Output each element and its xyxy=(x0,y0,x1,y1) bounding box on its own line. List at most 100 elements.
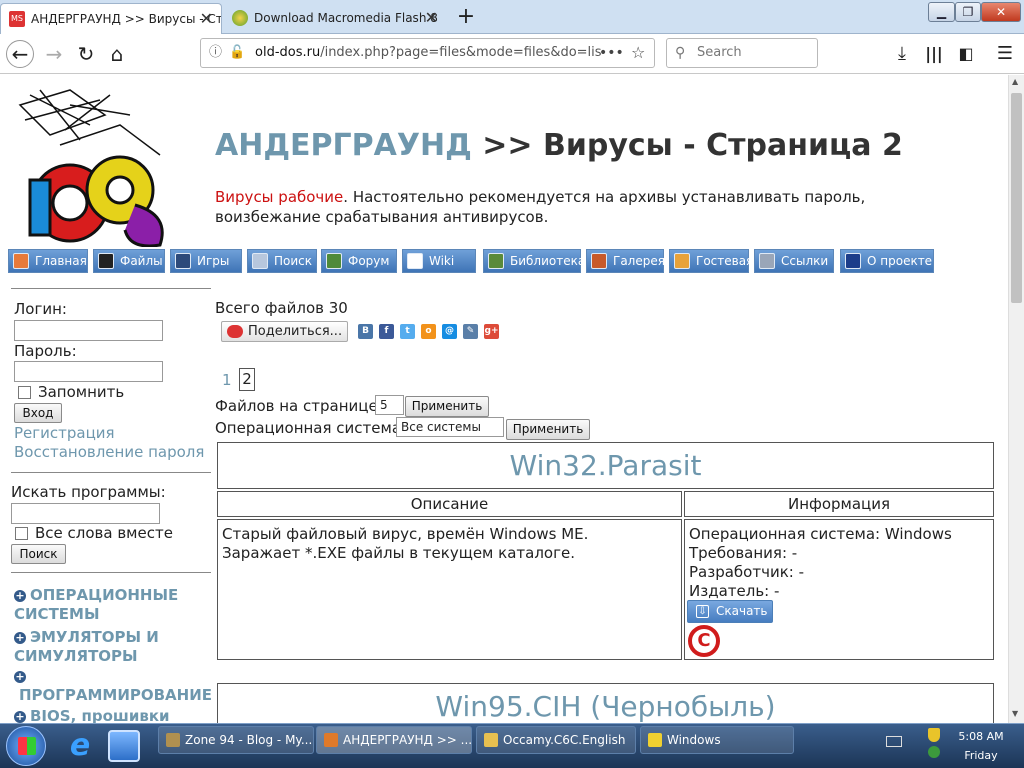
more-icon[interactable]: ••• xyxy=(599,39,624,67)
register-link[interactable]: Регистрация xyxy=(14,424,115,442)
menu-user[interactable]: Форум xyxy=(321,249,397,273)
menu-info[interactable]: О проекте xyxy=(840,249,934,273)
maximize-button[interactable]: ❐ xyxy=(955,2,981,22)
menu-wiki[interactable]: Wiki xyxy=(402,249,476,273)
password-input[interactable] xyxy=(14,361,163,382)
category-bios[interactable]: + BIOS, прошивки xyxy=(14,707,209,723)
new-tab-button[interactable]: + xyxy=(452,3,480,31)
os-select[interactable]: Все системы xyxy=(396,417,504,437)
url-bar[interactable]: ⓘ 🔓 old-dos.ru/index.php?page=files&mode… xyxy=(200,38,655,68)
menu-link[interactable]: Ссылки xyxy=(754,249,834,273)
guestbook-icon xyxy=(674,253,690,269)
downloads-button[interactable]: ⤓ xyxy=(888,40,916,68)
start-button[interactable] xyxy=(6,726,46,766)
livejournal-icon[interactable]: ✎ xyxy=(463,324,478,339)
divider xyxy=(11,288,211,289)
taskbar-item[interactable]: Zone 94 - Blog - My... xyxy=(158,726,314,754)
login-input[interactable] xyxy=(14,320,163,341)
close-window-button[interactable]: ✕ xyxy=(981,2,1021,22)
menu-guestbook[interactable]: Гостевая xyxy=(669,249,753,273)
search-button[interactable]: Поиск xyxy=(11,544,66,564)
category-programming[interactable]: + ПРОГРАММИРОВАНИЕ xyxy=(14,667,212,705)
home-button[interactable]: ⌂ xyxy=(103,40,131,68)
menu-book[interactable]: Библиотека xyxy=(483,249,585,273)
mailru-icon[interactable]: @ xyxy=(442,324,457,339)
download-arrow-icon: ⇩ xyxy=(696,605,709,618)
expand-plus-icon[interactable]: + xyxy=(14,632,26,644)
googleplus-icon[interactable]: g+ xyxy=(484,324,499,339)
explorer-icon[interactable] xyxy=(108,730,140,762)
download-icon: ⤓ xyxy=(898,43,906,64)
sidebar-button[interactable]: ◧ xyxy=(952,40,980,68)
apply-per-page-button[interactable]: Применить xyxy=(405,396,489,417)
restore-password-link[interactable]: Восстановление пароля xyxy=(14,443,204,461)
scrollbar-thumb[interactable] xyxy=(1011,93,1022,303)
copyright-icon[interactable]: C xyxy=(688,625,720,657)
library-icon: ||| xyxy=(925,44,943,63)
page-link-1[interactable]: 1 xyxy=(222,371,232,389)
odnoklassniki-icon[interactable]: o xyxy=(421,324,436,339)
library-button[interactable]: ||| xyxy=(920,40,948,68)
menu-invader[interactable]: Игры xyxy=(170,249,242,273)
all-words-label: Все слова вместе xyxy=(35,524,173,542)
keyboard-icon[interactable] xyxy=(886,736,902,747)
network-icon[interactable] xyxy=(928,746,940,758)
info-icon[interactable]: ⓘ xyxy=(209,39,222,67)
taskbar-item[interactable]: АНДЕРГРАУНД >> ... xyxy=(316,726,472,754)
close-tab-icon[interactable]: ✕ xyxy=(425,3,438,33)
file-title-link[interactable]: Win95.CIH (Чернобыль) xyxy=(218,690,993,723)
scroll-up-icon[interactable]: ▲ xyxy=(1012,77,1018,86)
menu-home[interactable]: Главная xyxy=(8,249,88,273)
menu-picture[interactable]: Галерея xyxy=(586,249,665,273)
reload-button[interactable]: ↻ xyxy=(72,40,100,68)
category-operating-systems[interactable]: + ОПЕРАЦИОННЫЕ СИСТЕМЫ xyxy=(14,586,209,624)
back-button[interactable]: ← xyxy=(6,40,34,68)
info-cell: Операционная система: Windows Требования… xyxy=(684,519,994,660)
clock-time[interactable]: 5:08 AM xyxy=(951,730,1011,743)
download-button[interactable]: ⇩ Скачать xyxy=(687,600,773,623)
per-page-input[interactable]: 5 xyxy=(375,395,404,415)
expand-plus-icon[interactable]: + xyxy=(14,590,26,602)
menu-magnifier[interactable]: Поиск xyxy=(247,249,317,273)
taskbar-item[interactable]: Occamy.C6C.English xyxy=(476,726,636,754)
insecure-lock-icon[interactable]: 🔓 xyxy=(229,39,245,67)
page-title: АНДЕРГРАУНД >> Вирусы - Страница 2 xyxy=(215,128,903,163)
expand-plus-icon[interactable]: + xyxy=(14,711,26,723)
menu-button[interactable]: ☰ xyxy=(991,40,1019,68)
menu-terminal[interactable]: Файлы xyxy=(93,249,165,273)
apply-os-button[interactable]: Применить xyxy=(506,419,590,440)
internet-explorer-icon[interactable]: e xyxy=(62,728,98,764)
download-label: Скачать xyxy=(716,604,768,618)
search-icon: ⚲ xyxy=(675,45,686,61)
security-shield-icon[interactable] xyxy=(928,728,940,742)
search-box[interactable]: ⚲ Search xyxy=(666,38,818,68)
vk-icon[interactable]: B xyxy=(358,324,373,339)
login-label: Логин: xyxy=(14,300,67,318)
bookmark-star-icon[interactable]: ☆ xyxy=(631,39,645,67)
search-programs-input[interactable] xyxy=(11,503,160,524)
category-emulators[interactable]: + ЭМУЛЯТОРЫ И СИМУЛЯТОРЫ xyxy=(14,628,209,666)
minimize-button[interactable]: ▁ xyxy=(928,2,955,22)
windows-taskbar: e Zone 94 - Blog - My... АНДЕРГРАУНД >> .… xyxy=(0,723,1024,768)
close-tab-icon[interactable]: ✕ xyxy=(200,4,213,34)
title-section-link[interactable]: АНДЕРГРАУНД xyxy=(215,128,472,163)
taskbar-item-label: Occamy.C6C.English xyxy=(503,733,626,747)
clock-day[interactable]: Friday xyxy=(951,749,1011,762)
page-scrollbar[interactable]: ▲ ▼ xyxy=(1008,75,1024,723)
twitter-icon[interactable]: t xyxy=(400,324,415,339)
facebook-icon[interactable]: f xyxy=(379,324,394,339)
menu-label: Гостевая xyxy=(696,254,754,268)
remember-checkbox[interactable] xyxy=(18,386,31,399)
forward-button[interactable]: → xyxy=(40,40,68,68)
expand-plus-icon[interactable]: + xyxy=(14,671,26,683)
login-button[interactable]: Вход xyxy=(14,403,62,423)
scroll-down-icon[interactable]: ▼ xyxy=(1012,709,1018,718)
file-title-link[interactable]: Win32.Parasit xyxy=(218,449,993,482)
tab-inactive[interactable]: Download Macromedia Flash 8 ✕ xyxy=(224,3,446,34)
all-words-checkbox[interactable] xyxy=(15,527,28,540)
tab-active[interactable]: MS АНДЕРГРАУНД >> Вирусы - Стр ✕ xyxy=(0,3,222,34)
web-page: АНДЕРГРАУНД >> Вирусы - Страница 2 Вирус… xyxy=(0,75,1008,723)
share-button[interactable]: Поделиться... xyxy=(221,321,349,342)
taskbar-item[interactable]: Windows xyxy=(640,726,794,754)
site-logo[interactable] xyxy=(10,85,175,248)
